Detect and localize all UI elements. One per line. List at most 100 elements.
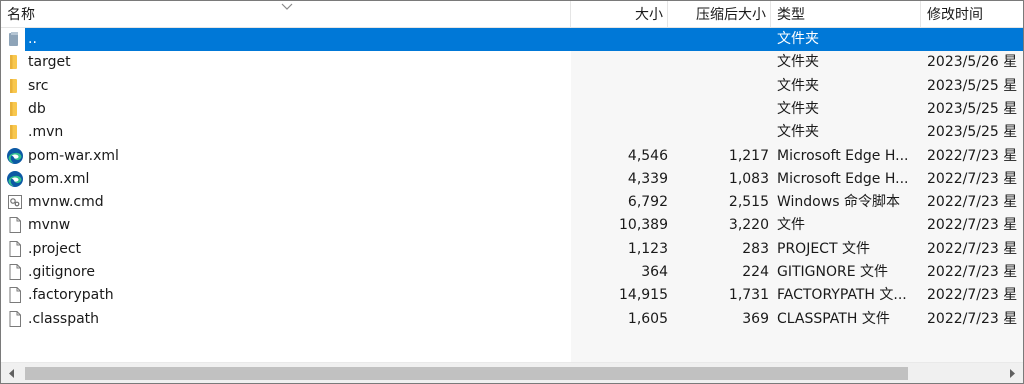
modified-date: 2022/7/23 星	[927, 310, 1018, 327]
file-icon	[6, 240, 24, 258]
file-list: .. 文件夹 target 文件夹 2023/5/26 星 src 文件夹 2023/5/25…	[1, 28, 1023, 362]
file-size: 4,339	[627, 170, 668, 187]
file-type: 文件	[777, 217, 805, 234]
script-icon	[6, 193, 24, 211]
file-type: Windows 命令脚本	[777, 194, 900, 211]
table-row[interactable]: .classpath 1,605 369 CLASSPATH 文件 2022/7/23 …	[1, 308, 1023, 331]
compressed-size: 3,220	[728, 217, 769, 234]
file-name: mvnw.cmd	[28, 194, 104, 211]
file-size: 1,123	[627, 240, 668, 257]
scrollbar-thumb[interactable]	[25, 367, 908, 380]
file-name: db	[28, 100, 46, 117]
parent-folder-icon	[6, 30, 24, 48]
modified-date: 2022/7/23 星	[927, 287, 1018, 304]
file-name: .classpath	[28, 310, 100, 327]
column-header-compressed-size[interactable]: 压缩后大小	[668, 1, 771, 27]
file-list-window: 名称 大小 压缩后大小 类型 修改时间 .. 文件夹 target 文件夹 2023/5…	[0, 0, 1024, 384]
modified-date: 2023/5/25 星	[927, 124, 1018, 141]
file-name: src	[28, 77, 49, 94]
file-name: mvnw	[28, 217, 71, 234]
modified-date: 2023/5/26 星	[927, 54, 1018, 71]
file-name: ..	[28, 31, 37, 47]
column-header-bar: 名称 大小 压缩后大小 类型 修改时间	[1, 1, 1023, 28]
compressed-size: 1,083	[728, 170, 769, 187]
folder-icon	[6, 123, 24, 141]
modified-date	[927, 28, 1023, 51]
file-name: .gitignore	[28, 264, 95, 280]
file-type: 文件夹	[777, 77, 819, 94]
file-name: .factorypath	[28, 287, 114, 304]
edge-icon	[6, 170, 24, 188]
compressed-size	[668, 75, 769, 98]
folder-icon	[6, 77, 24, 95]
modified-date: 2023/5/25 星	[927, 100, 1018, 117]
table-row[interactable]: mvnw 10,389 3,220 文件 2022/7/23 星	[1, 214, 1023, 237]
column-header-type[interactable]: 类型	[771, 1, 921, 27]
file-size: 4,546	[627, 147, 668, 164]
file-size	[571, 98, 668, 121]
file-icon	[6, 310, 24, 328]
folder-icon	[6, 100, 24, 118]
column-header-name[interactable]: 名称	[1, 1, 571, 27]
table-row[interactable]: db 文件夹 2023/5/25 星	[1, 98, 1023, 121]
modified-date: 2022/7/23 星	[927, 170, 1018, 187]
file-type: 文件夹	[777, 31, 819, 47]
table-row[interactable]: .project 1,123 283 PROJECT 文件 2022/7/23 星	[1, 238, 1023, 261]
modified-date: 2022/7/23 星	[927, 194, 1018, 211]
file-icon	[6, 263, 24, 281]
compressed-size	[668, 28, 769, 51]
file-size: 6,792	[627, 194, 668, 211]
modified-date: 2022/7/23 星	[927, 147, 1018, 164]
file-type: Microsoft Edge H...	[777, 170, 909, 187]
file-type: Microsoft Edge H...	[777, 147, 909, 164]
file-name: pom.xml	[28, 170, 90, 187]
file-size	[571, 51, 668, 74]
compressed-size	[668, 121, 769, 144]
file-type: PROJECT 文件	[777, 240, 870, 257]
compressed-size	[668, 51, 769, 74]
compressed-size: 369	[742, 310, 769, 327]
file-type: 文件夹	[777, 100, 819, 117]
scroll-left-icon[interactable]	[3, 363, 20, 384]
scroll-right-icon[interactable]	[1004, 363, 1021, 384]
file-size: 364	[641, 264, 668, 280]
edge-icon	[6, 147, 24, 165]
file-type: FACTORYPATH 文...	[777, 287, 907, 304]
column-header-modified[interactable]: 修改时间	[921, 1, 1023, 27]
file-type: GITIGNORE 文件	[777, 264, 889, 280]
file-icon	[6, 216, 24, 234]
modified-date: 2023/5/25 星	[927, 77, 1018, 94]
file-type: 文件夹	[777, 124, 819, 141]
file-type: 文件夹	[777, 54, 819, 71]
table-row[interactable]: .factorypath 14,915 1,731 FACTORYPATH 文... 2…	[1, 284, 1023, 307]
table-row[interactable]: .. 文件夹	[1, 28, 1023, 51]
table-row[interactable]: .gitignore 364 224 GITIGNORE 文件 2022/7/23 星	[1, 261, 1023, 284]
file-size	[571, 75, 668, 98]
table-row[interactable]: target 文件夹 2023/5/26 星	[1, 51, 1023, 74]
table-row[interactable]: .mvn 文件夹 2023/5/25 星	[1, 121, 1023, 144]
selection-highlight	[25, 28, 571, 51]
modified-date: 2022/7/23 星	[927, 264, 1018, 280]
table-row[interactable]: mvnw.cmd 6,792 2,515 Windows 命令脚本 2022/7/23 …	[1, 191, 1023, 214]
modified-date: 2022/7/23 星	[927, 240, 1018, 257]
file-name: pom-war.xml	[28, 147, 119, 164]
compressed-size: 2,515	[728, 194, 769, 211]
table-row[interactable]: pom-war.xml 4,546 1,217 Microsoft Edge H...…	[1, 145, 1023, 168]
compressed-size: 1,217	[728, 147, 769, 164]
file-name: target	[28, 54, 71, 71]
compressed-size: 283	[742, 240, 769, 257]
file-size	[571, 28, 668, 51]
file-type: CLASSPATH 文件	[777, 310, 890, 327]
folder-icon	[6, 53, 24, 71]
horizontal-scrollbar[interactable]	[1, 362, 1023, 384]
compressed-size: 224	[742, 264, 769, 280]
file-size: 10,389	[619, 217, 668, 234]
compressed-size: 1,731	[728, 287, 769, 304]
table-row[interactable]: pom.xml 4,339 1,083 Microsoft Edge H... 2022…	[1, 168, 1023, 191]
column-header-size[interactable]: 大小	[571, 1, 668, 27]
file-name: .mvn	[28, 124, 64, 141]
compressed-size	[668, 98, 769, 121]
file-size: 1,605	[627, 310, 668, 327]
file-name: .project	[28, 240, 82, 257]
table-row[interactable]: src 文件夹 2023/5/25 星	[1, 75, 1023, 98]
